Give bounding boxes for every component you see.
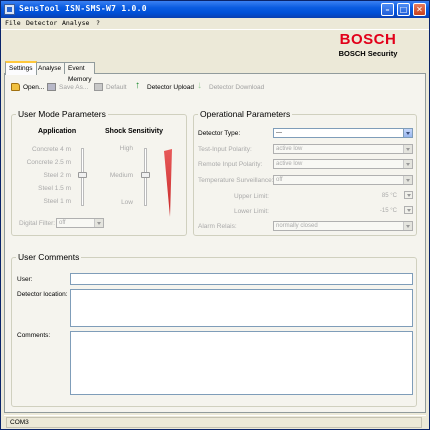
comments-input[interactable] xyxy=(70,331,413,395)
user-mode-title: User Mode Parameters xyxy=(16,109,108,119)
test-input-polarity-label: Test-Input Polarity: xyxy=(198,146,252,153)
lower-limit-value: -15 °C xyxy=(379,208,397,214)
application-level: Steel 2 m xyxy=(43,172,71,179)
bosch-logo: BOSCH xyxy=(339,31,397,48)
remote-input-polarity-label: Remote Input Polarity: xyxy=(198,161,263,168)
detector-download-button[interactable]: Detector Download xyxy=(197,80,264,93)
detector-location-input[interactable] xyxy=(70,289,413,327)
application-level: Steel 1 m xyxy=(43,198,71,205)
user-label: User: xyxy=(17,276,33,283)
digital-filter-label: Digital Filter: xyxy=(19,220,56,227)
open-button[interactable]: Open... xyxy=(11,81,44,93)
document-icon xyxy=(94,83,103,91)
application-slider-thumb[interactable] xyxy=(78,172,87,178)
upper-limit-label: Upper Limit: xyxy=(233,193,269,200)
upper-limit-value: 85 °C xyxy=(381,193,397,199)
chevron-down-icon xyxy=(94,219,103,227)
chevron-down-icon xyxy=(403,145,412,153)
chevron-down-icon xyxy=(403,129,412,137)
arrow-down-icon xyxy=(197,80,206,91)
temperature-surveillance-label: Temperature Surveillance: xyxy=(198,177,274,184)
application-header: Application xyxy=(38,128,77,135)
detector-upload-button[interactable]: Detector Upload xyxy=(135,80,194,93)
folder-open-icon xyxy=(11,83,20,91)
menu-bar: File Detector Analyse ? xyxy=(1,18,429,30)
chevron-down-icon xyxy=(403,160,412,168)
alarm-relais-select[interactable]: normally closed xyxy=(273,221,413,231)
user-comments-title: User Comments xyxy=(16,252,82,262)
temperature-surveillance-select[interactable]: off xyxy=(273,175,413,185)
tab-settings[interactable]: Settings xyxy=(5,61,37,75)
upper-limit-spin-button[interactable] xyxy=(404,191,413,199)
comments-label: Comments: xyxy=(17,332,51,339)
title-bar[interactable]: SensTool ISN-SMS-W7 1.0.0 – □ ✕ xyxy=(1,1,429,18)
detector-type-label: Detector Type: xyxy=(198,130,241,137)
digital-filter-select[interactable]: off xyxy=(56,218,104,228)
alarm-relais-label: Alarm Relais: xyxy=(198,223,237,230)
shock-level: High xyxy=(119,145,133,152)
arrow-up-icon xyxy=(135,80,144,91)
menu-file[interactable]: File xyxy=(5,19,21,27)
test-input-polarity-select[interactable]: active low xyxy=(273,144,413,154)
tab-event-memory[interactable]: Event Memory xyxy=(64,62,96,83)
application-level: Concrete 2.5 m xyxy=(26,159,71,166)
window-title: SensTool ISN-SMS-W7 1.0.0 xyxy=(19,4,147,13)
shock-sensitivity-header: Shock Sensitivity xyxy=(105,128,163,135)
status-bar: COM3 xyxy=(4,415,426,428)
detector-type-select[interactable]: --- xyxy=(273,128,413,138)
app-window: SensTool ISN-SMS-W7 1.0.0 – □ ✕ File Det… xyxy=(0,0,430,430)
save-as-button[interactable]: Save As... xyxy=(47,81,88,93)
maximize-button[interactable]: □ xyxy=(397,3,410,16)
menu-detector[interactable]: Detector xyxy=(26,19,57,27)
default-button[interactable]: Default xyxy=(94,81,127,93)
menu-analyse[interactable]: Analyse xyxy=(62,19,89,27)
app-icon xyxy=(4,4,15,15)
tab-analyse[interactable]: Analyse xyxy=(34,62,66,74)
chevron-down-icon xyxy=(403,176,412,184)
bosch-brand: BOSCH BOSCH Security xyxy=(325,31,411,61)
shock-slider-thumb[interactable] xyxy=(141,172,150,178)
detector-location-label: Detector location: xyxy=(17,291,68,298)
minimize-button[interactable]: – xyxy=(381,3,394,16)
status-port: COM3 xyxy=(6,417,422,428)
operational-title: Operational Parameters xyxy=(198,109,293,119)
shock-level: Medium xyxy=(109,172,133,179)
application-level: Steel 1.5 m xyxy=(38,185,71,192)
shock-level: Low xyxy=(121,199,133,206)
lower-limit-label: Lower Limit: xyxy=(233,208,269,215)
lower-limit-spin-button[interactable] xyxy=(404,206,413,214)
menu-help[interactable]: ? xyxy=(96,19,100,27)
save-icon xyxy=(47,83,56,91)
sensitivity-wedge-icon xyxy=(164,149,172,217)
user-input[interactable] xyxy=(70,273,413,285)
chevron-down-icon xyxy=(403,222,412,230)
application-level: Concrete 4 m xyxy=(31,146,71,153)
remote-input-polarity-select[interactable]: active low xyxy=(273,159,413,169)
close-button[interactable]: ✕ xyxy=(413,3,426,16)
bosch-subtitle: BOSCH Security xyxy=(338,49,398,58)
